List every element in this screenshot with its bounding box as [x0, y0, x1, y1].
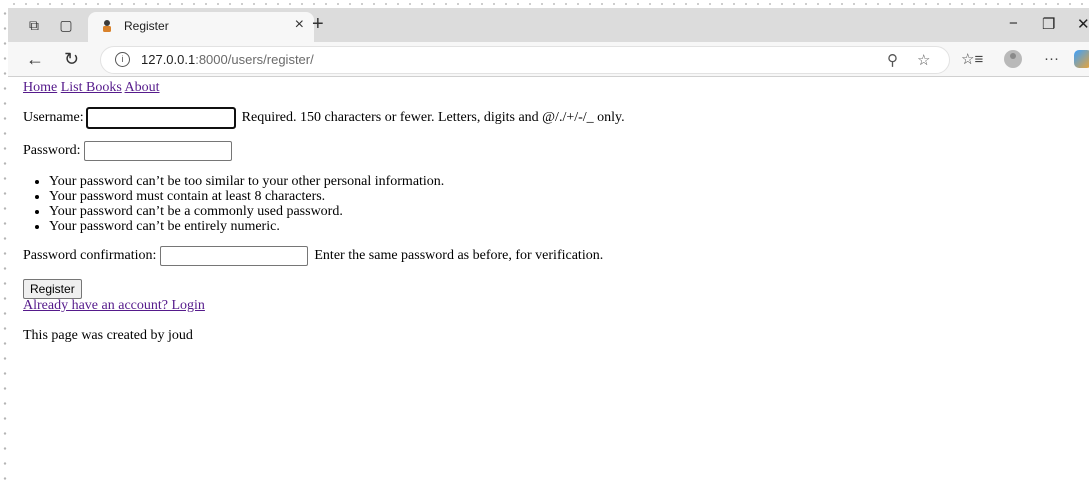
search-key-icon[interactable]: ⚲: [887, 51, 898, 69]
restore-icon[interactable]: ❐: [1042, 15, 1055, 33]
new-tab-icon[interactable]: +: [312, 13, 324, 36]
copilot-icon[interactable]: [1074, 50, 1089, 68]
address-bar[interactable]: i 127.0.0.1:8000/users/register/ ⚲ ☆: [100, 46, 950, 74]
profile-avatar[interactable]: [1004, 50, 1022, 68]
window-close-icon[interactable]: ✕: [1077, 15, 1089, 33]
site-nav: Home List Books About: [23, 80, 160, 96]
workspaces-icon[interactable]: ⧉: [26, 17, 42, 33]
password-confirmation-label: Password confirmation:: [23, 248, 157, 264]
list-item: Your password must contain at least 8 ch…: [49, 189, 444, 204]
dotted-border-top: [8, 0, 1089, 8]
url-text: 127.0.0.1:8000/users/register/: [141, 52, 314, 67]
browser-titlebar: ⧉ ▢ Register × + − ❐ ✕: [8, 8, 1089, 42]
list-item: Your password can’t be too similar to yo…: [49, 174, 444, 189]
favorites-list-icon[interactable]: ☆≡: [961, 50, 983, 68]
minimize-icon[interactable]: −: [1009, 15, 1018, 32]
browser-toolbar: ← ↻ i 127.0.0.1:8000/users/register/ ⚲ ☆…: [8, 42, 1089, 77]
password-row: Password:: [23, 141, 235, 161]
footer-text: This page was created by joud: [23, 328, 193, 343]
password-input[interactable]: [84, 141, 233, 161]
username-row: Username: Required. 150 characters or fe…: [23, 107, 625, 129]
nav-list-books-link[interactable]: List Books: [61, 80, 122, 95]
username-label: Username:: [23, 110, 84, 126]
favorite-star-icon[interactable]: ☆: [917, 51, 930, 69]
tab-actions-icon[interactable]: ▢: [58, 17, 74, 33]
tab-title: Register: [124, 19, 169, 33]
password-label: Password:: [23, 143, 81, 159]
more-menu-icon[interactable]: ···: [1044, 50, 1059, 67]
site-info-icon[interactable]: i: [115, 52, 130, 67]
password-confirmation-row: Password confirmation: Enter the same pa…: [23, 246, 603, 266]
login-row: Already have an account? Login: [23, 298, 205, 314]
register-button[interactable]: Register: [23, 279, 82, 299]
nav-about-link[interactable]: About: [125, 80, 160, 95]
list-item: Your password can’t be entirely numeric.: [49, 219, 444, 234]
password-help-list: Your password can’t be too similar to yo…: [23, 174, 444, 234]
close-tab-icon[interactable]: ×: [295, 16, 304, 34]
tab-register[interactable]: Register ×: [88, 12, 314, 42]
django-favicon-icon: [103, 20, 111, 32]
refresh-icon[interactable]: ↻: [64, 49, 79, 70]
username-input[interactable]: [86, 107, 237, 129]
list-item: Your password can’t be a commonly used p…: [49, 204, 444, 219]
submit-row: Register: [23, 279, 82, 299]
dotted-border-left: [0, 0, 8, 482]
password-confirmation-input[interactable]: [159, 246, 308, 266]
nav-home-link[interactable]: Home: [23, 80, 57, 95]
password-confirmation-help: Enter the same password as before, for v…: [314, 248, 604, 264]
username-help: Required. 150 characters or fewer. Lette…: [241, 110, 625, 126]
login-link[interactable]: Already have an account? Login: [23, 298, 205, 313]
back-icon[interactable]: ←: [26, 49, 44, 70]
